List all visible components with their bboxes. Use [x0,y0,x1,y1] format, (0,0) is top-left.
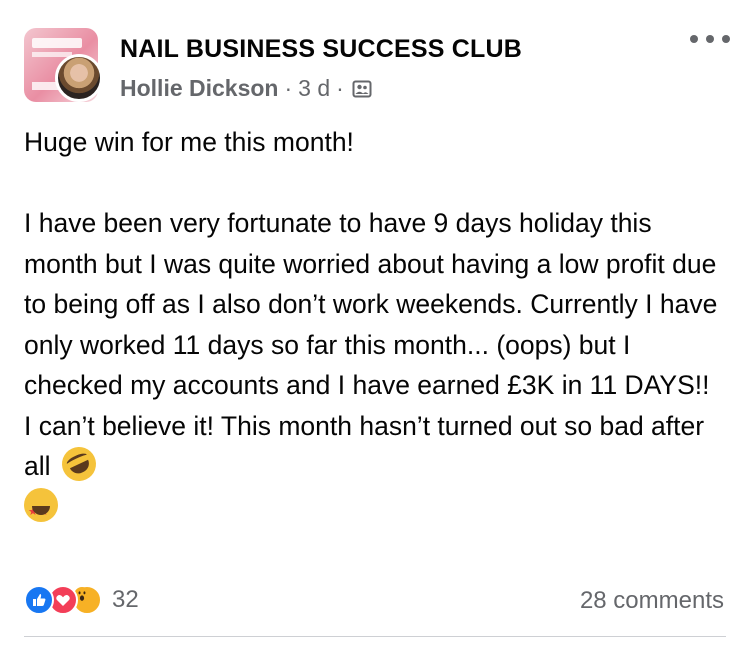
post-timestamp[interactable]: 3 d [298,75,330,102]
more-options-icon[interactable] [690,28,730,50]
reactions-summary[interactable]: 32 [24,585,139,615]
author-avatar[interactable] [55,54,103,102]
post-meta: Hollie Dickson · 3 d · [120,75,372,102]
reaction-count[interactable]: 32 [112,586,139,614]
footer-divider [24,636,726,637]
like-reaction-icon [24,585,54,615]
post-text: Huge win for me this month! I have been … [24,127,718,481]
rolling-laughing-emoji-icon [56,441,102,487]
author-name-link[interactable]: Hollie Dickson [120,75,278,102]
post-body: Huge win for me this month! I have been … [24,122,724,532]
post-header: NAIL BUSINESS SUCCESS CLUB Hollie Dickso… [0,0,750,120]
meta-separator: · [336,75,344,101]
star-struck-emoji-icon [24,487,58,532]
comments-count-link[interactable]: 28 comments [580,587,724,615]
meta-separator: · [284,75,293,101]
post-footer: 32 28 comments [24,585,724,621]
group-privacy-icon [352,80,372,97]
group-name-link[interactable]: NAIL BUSINESS SUCCESS CLUB [120,35,522,64]
